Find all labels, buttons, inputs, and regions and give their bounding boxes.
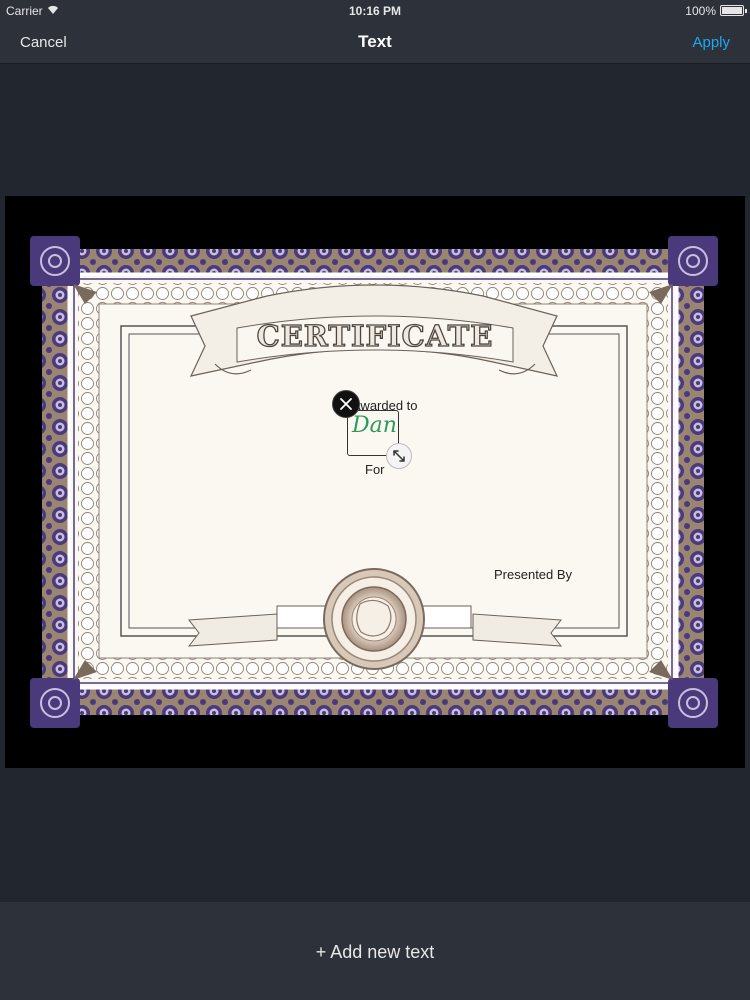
- battery-icon: [720, 5, 747, 16]
- certificate-canvas: CERTIFICATE Awarded to For Presented By …: [5, 196, 745, 768]
- clock: 10:16 PM: [348, 4, 402, 18]
- navigation-bar: Cancel Text Apply: [0, 22, 750, 64]
- resize-handle[interactable]: [386, 443, 412, 469]
- close-icon: [340, 398, 352, 410]
- delete-text-button[interactable]: [332, 390, 360, 418]
- for-text[interactable]: For: [365, 462, 385, 477]
- battery-percent: 100%: [685, 4, 716, 18]
- apply-button[interactable]: Apply: [692, 34, 730, 51]
- cancel-button[interactable]: Cancel: [20, 34, 67, 51]
- presented-by-text[interactable]: Presented By: [494, 567, 572, 582]
- page-title: Text: [358, 32, 392, 51]
- resize-arrows-icon: [393, 450, 405, 462]
- add-new-text-button[interactable]: + Add new text: [0, 942, 750, 963]
- certificate-heading: CERTIFICATE: [257, 319, 494, 353]
- certificate-image: CERTIFICATE: [30, 236, 718, 728]
- status-bar: Carrier 10:16 PM 100%: [0, 0, 750, 22]
- bottom-toolbar: + Add new text: [0, 902, 750, 1000]
